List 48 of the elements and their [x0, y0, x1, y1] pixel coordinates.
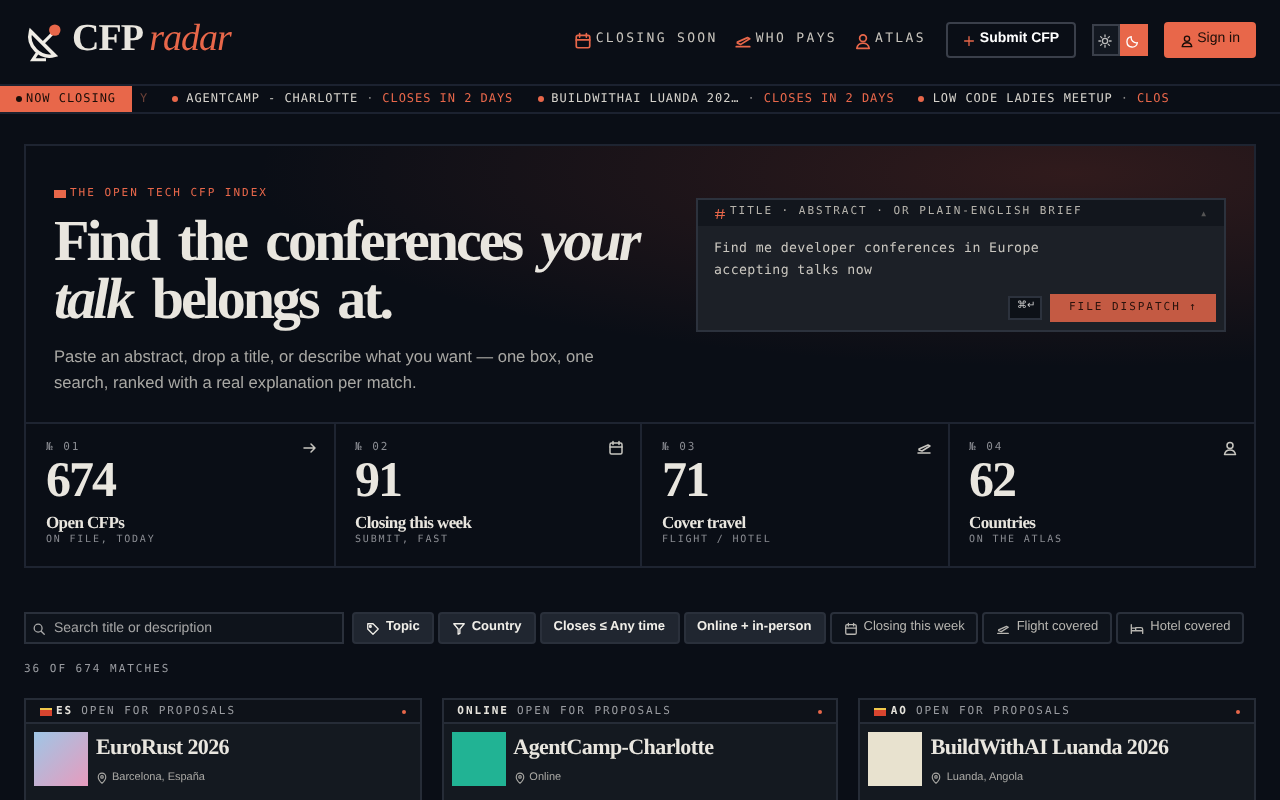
bed-icon	[1130, 621, 1145, 635]
theme-toggle-button[interactable]	[1119, 24, 1148, 56]
logo-placeholder	[34, 732, 88, 787]
calendar-icon	[608, 440, 624, 457]
dot-icon	[172, 96, 179, 102]
conference-title: EuroRust 2026	[96, 734, 229, 765]
person-icon	[853, 31, 871, 49]
plane-icon	[996, 621, 1011, 635]
theme-toggle-button[interactable]	[1091, 24, 1120, 56]
stat-title: Closing this week	[355, 509, 474, 534]
hero-description: Paste an abstract, drop a title, or describe what you want — one box, one search, ranked with a real explanation per match.	[54, 344, 596, 396]
status-dot-icon	[818, 709, 823, 714]
hero-heading: Find the conferences your talk belongs at.	[54, 214, 642, 329]
status-dot-icon	[401, 709, 406, 714]
stat-value: 91	[355, 456, 403, 509]
map-pin-icon	[96, 771, 108, 784]
dot-icon	[537, 96, 544, 102]
hash-icon	[714, 207, 726, 219]
flag-icon	[54, 190, 66, 199]
arrow-icon	[301, 440, 317, 457]
search-icon	[32, 621, 46, 635]
plus-icon	[961, 33, 976, 47]
logo-placeholder	[868, 732, 923, 787]
logo-placeholder	[451, 732, 506, 787]
conference-title: BuildWithAI Luanda 2026	[930, 734, 1169, 765]
stat-title: Open CFPs	[46, 509, 127, 534]
plane-icon	[733, 31, 752, 49]
stat-value: 674	[46, 456, 118, 509]
sun-icon	[1098, 33, 1113, 47]
dot-icon	[16, 96, 22, 102]
plane-icon	[915, 440, 931, 457]
status-dot-icon	[1236, 709, 1241, 714]
moon-icon	[1126, 33, 1141, 47]
stat-value: 62	[969, 456, 1017, 509]
conference-title: AgentCamp-Charlotte	[513, 734, 714, 765]
stat-title: Countries	[969, 509, 1038, 534]
map-pin-icon	[513, 771, 526, 784]
calendar-icon	[843, 621, 858, 635]
funnel-icon	[451, 621, 466, 635]
calendar-icon	[573, 31, 592, 49]
stat-title: Cover travel	[662, 509, 748, 534]
map-pin-icon	[930, 771, 943, 784]
brand-name[interactable]: CFP radar	[72, 11, 231, 69]
stat-value: 71	[662, 456, 710, 509]
dot-icon	[918, 96, 925, 102]
person-icon	[1222, 440, 1238, 457]
person-icon	[1179, 33, 1194, 47]
tag-icon	[366, 621, 380, 635]
